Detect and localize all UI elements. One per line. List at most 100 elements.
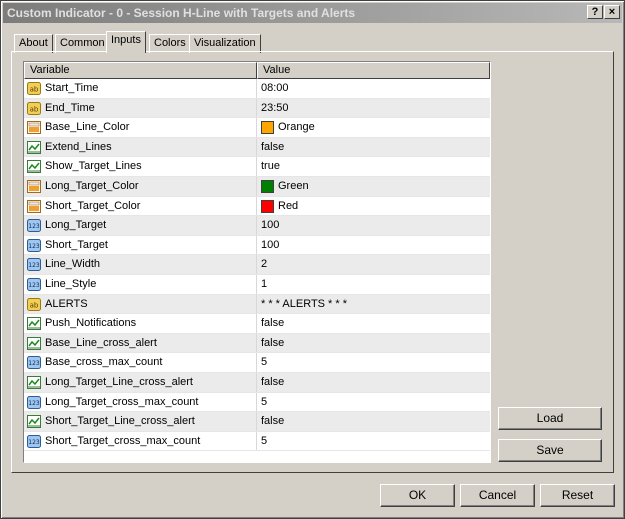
int-type-icon: 123 bbox=[27, 395, 41, 409]
value-cell[interactable]: 100 bbox=[258, 236, 490, 255]
svg-text:ab: ab bbox=[30, 105, 39, 113]
value-cell[interactable]: Red bbox=[258, 197, 490, 216]
title-bar[interactable]: Custom Indicator - 0 - Session H-Line wi… bbox=[3, 3, 622, 23]
variable-name: Long_Target_Line_cross_alert bbox=[45, 376, 193, 388]
variable-name: Start_Time bbox=[45, 82, 99, 94]
variable-cell: 123 Base_cross_max_count bbox=[24, 353, 257, 372]
value-cell[interactable]: false bbox=[258, 314, 490, 333]
variable-name: Short_Target bbox=[45, 238, 108, 251]
value-cell[interactable]: false bbox=[258, 373, 490, 392]
value-cell[interactable]: 2 bbox=[258, 255, 490, 274]
input-row[interactable]: Extend_Lines false bbox=[24, 137, 490, 158]
variable-cell: Base_Line_cross_alert bbox=[24, 333, 257, 353]
variable-value: 5 bbox=[261, 434, 268, 447]
color-type-icon bbox=[27, 199, 41, 213]
save-button[interactable]: Save bbox=[498, 439, 602, 462]
variable-name: Push_Notifications bbox=[45, 317, 137, 330]
value-cell[interactable]: Green bbox=[258, 177, 490, 196]
variable-name: Base_Line_Color bbox=[45, 121, 130, 134]
input-row[interactable]: 123 Short_Target_cross_max_count 5 bbox=[24, 431, 490, 452]
input-row[interactable]: Base_Line_Color Orange bbox=[24, 118, 490, 138]
bool-type-icon bbox=[27, 140, 41, 154]
value-cell[interactable]: true bbox=[258, 157, 490, 176]
variable-value: false bbox=[261, 317, 285, 330]
value-cell[interactable]: 5 bbox=[258, 353, 490, 372]
variable-name: Long_Target_Color bbox=[45, 180, 139, 192]
svg-text:123: 123 bbox=[28, 439, 40, 446]
variable-column-header[interactable]: Variable bbox=[24, 62, 257, 79]
input-row[interactable]: ab End_Time 23:50 bbox=[24, 98, 490, 119]
value-cell[interactable]: 23:50 bbox=[258, 99, 490, 118]
close-button[interactable]: × bbox=[604, 5, 620, 19]
reset-button[interactable]: Reset bbox=[540, 484, 615, 507]
help-button[interactable]: ? bbox=[587, 5, 603, 19]
variable-value: Red bbox=[278, 199, 299, 212]
cancel-button[interactable]: Cancel bbox=[460, 484, 535, 507]
value-cell[interactable]: 08:00 bbox=[258, 79, 490, 98]
variable-value: Orange bbox=[278, 121, 315, 134]
string-type-icon: ab bbox=[27, 297, 41, 311]
svg-text:123: 123 bbox=[28, 360, 40, 367]
input-row[interactable]: Short_Target_Line_cross_alert false bbox=[24, 412, 490, 432]
variable-value: true bbox=[261, 160, 280, 173]
variable-value: * * * ALERTS * * * bbox=[261, 297, 348, 310]
variable-name: End_Time bbox=[45, 101, 95, 114]
bool-type-icon bbox=[27, 160, 41, 174]
variable-cell: 123 Short_Target bbox=[24, 235, 257, 255]
value-cell[interactable]: false bbox=[258, 138, 490, 157]
variable-cell: Push_Notifications bbox=[24, 314, 257, 333]
variable-name: Long_Target_cross_max_count bbox=[45, 395, 199, 408]
value-cell[interactable]: Orange bbox=[258, 118, 490, 137]
input-row[interactable]: Long_Target_Color Green bbox=[24, 177, 490, 197]
variable-cell: Base_Line_Color bbox=[24, 118, 257, 137]
variable-value: 100 bbox=[261, 219, 280, 232]
input-row[interactable]: Base_Line_cross_alert false bbox=[24, 333, 490, 354]
variable-value: 2 bbox=[261, 258, 268, 271]
value-cell[interactable]: 100 bbox=[258, 216, 490, 235]
tab-inputs[interactable]: Inputs bbox=[106, 31, 146, 53]
input-row[interactable]: 123 Line_Style 1 bbox=[24, 275, 490, 295]
svg-text:123: 123 bbox=[28, 282, 40, 289]
value-column-header[interactable]: Value bbox=[257, 62, 490, 79]
variable-name: Line_Width bbox=[45, 258, 101, 271]
input-row[interactable]: Push_Notifications false bbox=[24, 314, 490, 334]
variable-cell: 123 Line_Width bbox=[24, 255, 257, 274]
input-row[interactable]: 123 Long_Target_cross_max_count 5 bbox=[24, 392, 490, 413]
input-row[interactable]: Long_Target_Line_cross_alert false bbox=[24, 373, 490, 393]
svg-text:ab: ab bbox=[30, 86, 39, 94]
input-row[interactable]: ab Start_Time 08:00 bbox=[24, 79, 490, 99]
variable-value: 08:00 bbox=[261, 82, 289, 94]
value-cell[interactable]: false bbox=[258, 334, 490, 353]
input-row[interactable]: ab ALERTS * * * ALERTS * * * bbox=[24, 294, 490, 315]
svg-text:123: 123 bbox=[28, 262, 40, 269]
input-row[interactable]: 123 Short_Target 100 bbox=[24, 235, 490, 256]
variable-cell: ab End_Time bbox=[24, 98, 257, 118]
value-cell[interactable]: 5 bbox=[258, 432, 490, 451]
input-row[interactable]: 123 Long_Target 100 bbox=[24, 216, 490, 236]
bool-type-icon bbox=[27, 415, 41, 429]
value-cell[interactable]: 5 bbox=[258, 393, 490, 412]
color-swatch bbox=[261, 180, 274, 193]
string-type-icon: ab bbox=[27, 82, 41, 95]
svg-text:123: 123 bbox=[28, 400, 40, 407]
value-cell[interactable]: 1 bbox=[258, 275, 490, 294]
variable-cell: Short_Target_Color bbox=[24, 196, 257, 216]
variable-cell: 123 Long_Target_cross_max_count bbox=[24, 392, 257, 412]
variable-value: 100 bbox=[261, 238, 280, 251]
input-row[interactable]: 123 Line_Width 2 bbox=[24, 255, 490, 275]
value-cell[interactable]: * * * ALERTS * * * bbox=[258, 295, 490, 314]
variable-value: false bbox=[261, 376, 285, 388]
input-row[interactable]: Short_Target_Color Red bbox=[24, 196, 490, 217]
variable-name: Line_Style bbox=[45, 278, 97, 290]
variable-name: Short_Target_Line_cross_alert bbox=[45, 415, 195, 428]
int-type-icon: 123 bbox=[27, 278, 41, 291]
value-cell[interactable]: false bbox=[258, 412, 490, 431]
input-row[interactable]: 123 Base_cross_max_count 5 bbox=[24, 353, 490, 373]
input-row[interactable]: Show_Target_Lines true bbox=[24, 157, 490, 177]
variable-value: 1 bbox=[261, 278, 268, 290]
svg-text:123: 123 bbox=[28, 243, 40, 250]
bool-type-icon bbox=[27, 336, 41, 350]
int-type-icon: 123 bbox=[27, 356, 41, 370]
load-button[interactable]: Load bbox=[498, 407, 602, 430]
ok-button[interactable]: OK bbox=[380, 484, 455, 507]
